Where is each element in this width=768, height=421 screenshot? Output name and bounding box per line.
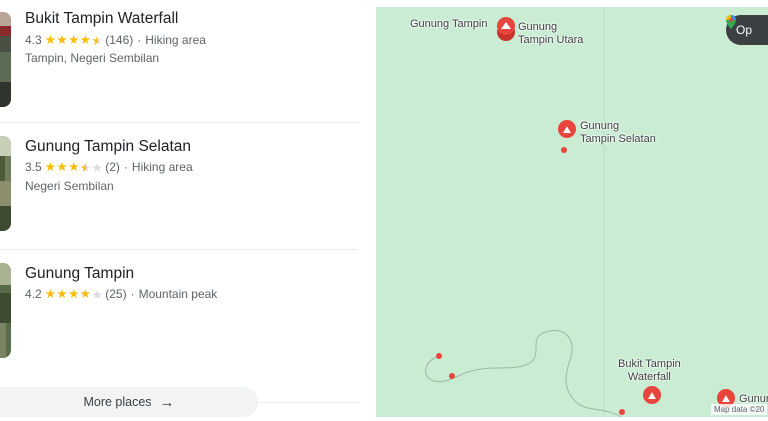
map-label-line: Bukit Tampin xyxy=(618,358,681,370)
trail-path xyxy=(425,329,622,417)
map-label-line: Tampin Utara xyxy=(518,33,584,46)
svg-text:⛰: ⛰ xyxy=(563,125,572,136)
map-label-line: Gunung xyxy=(580,120,620,132)
map-label-gunung-tampin-utara[interactable]: Gunung Tampin Utara xyxy=(518,21,583,46)
place-category: Hiking area xyxy=(145,33,206,48)
map-label-line: Gunung xyxy=(518,21,558,33)
divider xyxy=(258,402,358,403)
place-name[interactable]: Gunung Tampin xyxy=(25,265,134,283)
place-photo[interactable] xyxy=(0,136,11,231)
more-places-button[interactable]: More places → xyxy=(0,387,258,417)
place-card-gunung-tampin[interactable]: Gunung Tampin 4.2 ★★★★★ (25) · Mountain peak xyxy=(0,251,358,377)
map-label-line: Tampin Selatan xyxy=(580,132,656,145)
map-dot xyxy=(561,147,567,153)
svg-text:⛰: ⛰ xyxy=(648,391,657,402)
place-card-gunung-tampin-selatan[interactable]: Gunung Tampin Selatan 3.5 ★★★★★ (2) · Hiking… xyxy=(0,124,358,250)
map-attribution[interactable]: Map data ©20 xyxy=(711,404,768,415)
place-card-bukit-tampin-waterfall[interactable]: Bukit Tampin Waterfall 4.3 ★★★★★ (146) · Hik… xyxy=(0,0,358,126)
map-label-gunung-tampin[interactable]: Gunung Tampin xyxy=(410,18,487,31)
results-list: Bukit Tampin Waterfall 4.3 ★★★★★ (146) · Hik… xyxy=(0,0,358,421)
place-rating-row: 4.2 ★★★★★ (25) · Mountain peak xyxy=(25,286,217,302)
rating-value: 3.5 xyxy=(25,160,42,175)
rating-value: 4.3 xyxy=(25,33,42,48)
map-view[interactable]: ⛰ ⛰ ⛰ Gunung Tampin Gunung Tampin Utara … xyxy=(376,7,768,417)
map-canvas: ⛰ ⛰ ⛰ xyxy=(425,7,735,417)
star-rating-icon: ★★★★★ xyxy=(44,287,104,303)
place-rating-row: 3.5 ★★★★★ (2) · Hiking area xyxy=(25,159,193,175)
map-label-bukit-tampin-waterfall[interactable]: Bukit Tampin Waterfall xyxy=(618,358,681,383)
divider xyxy=(0,122,358,123)
mountain-pin-icon xyxy=(497,17,515,41)
place-name[interactable]: Bukit Tampin Waterfall xyxy=(25,10,178,28)
open-button-label: Op xyxy=(736,23,753,37)
map-label-line: Waterfall xyxy=(627,370,671,383)
more-places-label: More places xyxy=(83,395,152,409)
place-photo[interactable] xyxy=(0,12,11,107)
separator-dot: · xyxy=(123,160,128,175)
star-rating-icon: ★★★★★ xyxy=(44,160,104,176)
divider xyxy=(0,249,358,250)
maps-pin-icon xyxy=(726,15,736,29)
map-dot xyxy=(449,373,455,379)
separator-dot: · xyxy=(130,287,135,302)
place-photo[interactable] xyxy=(0,263,11,358)
place-category: Hiking area xyxy=(131,160,193,175)
star-rating-icon: ★★★★★ xyxy=(44,33,104,49)
place-category: Mountain peak xyxy=(138,287,218,302)
place-rating-row: 4.3 ★★★★★ (146) · Hiking area xyxy=(25,32,206,48)
rating-value: 4.2 xyxy=(25,287,42,302)
hiking-pin-icon: ⛰ xyxy=(643,386,661,404)
separator-dot: · xyxy=(137,33,142,48)
place-address: Negeri Sembilan xyxy=(25,179,114,193)
map-dot xyxy=(619,409,625,415)
review-count[interactable]: (25) xyxy=(105,287,126,301)
open-in-maps-button[interactable]: Op xyxy=(726,15,768,45)
arrow-right-icon: → xyxy=(159,393,175,411)
map-dot xyxy=(436,353,442,359)
map-label-gunung-tampin-selatan[interactable]: Gunung Tampin Selatan xyxy=(580,120,656,145)
place-name[interactable]: Gunung Tampin Selatan xyxy=(25,138,191,156)
place-address: Tampin, Negeri Sembilan xyxy=(25,51,160,65)
review-count[interactable]: (2) xyxy=(105,160,120,174)
review-count[interactable]: (146) xyxy=(105,33,133,47)
hiking-pin-icon: ⛰ xyxy=(558,120,576,138)
